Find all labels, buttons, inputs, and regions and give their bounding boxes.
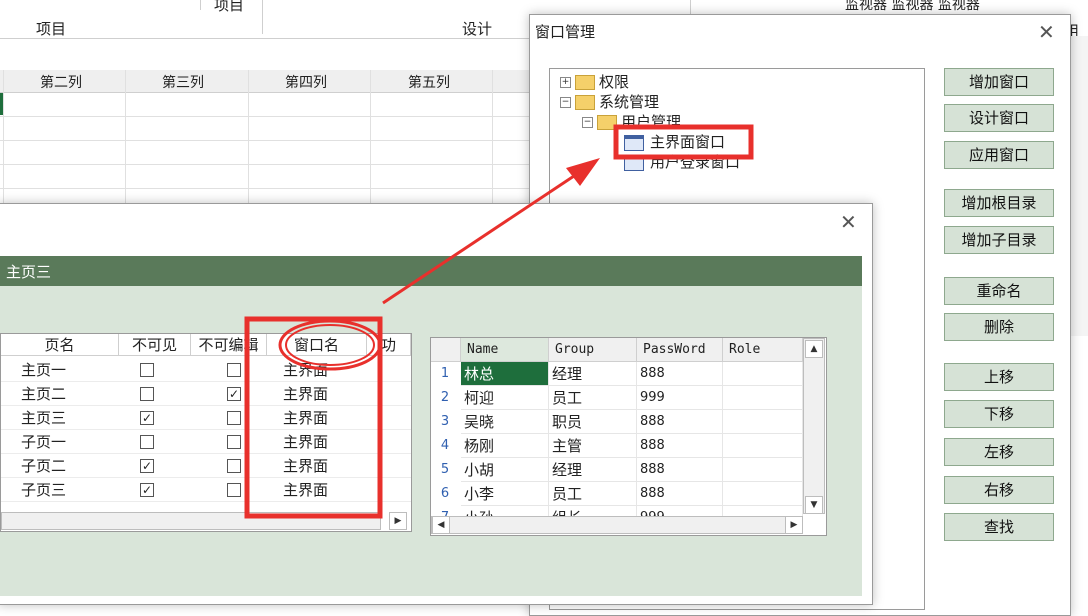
annotation-arrow-line bbox=[382, 170, 581, 305]
annotation-arrowhead bbox=[566, 158, 600, 186]
annotation-layer bbox=[244, 124, 754, 519]
highlight-box-window-column bbox=[244, 316, 383, 519]
highlight-ellipse-window-header bbox=[278, 319, 382, 371]
highlight-ellipse-inner bbox=[285, 324, 375, 366]
highlight-box-main-window-node bbox=[613, 124, 754, 160]
